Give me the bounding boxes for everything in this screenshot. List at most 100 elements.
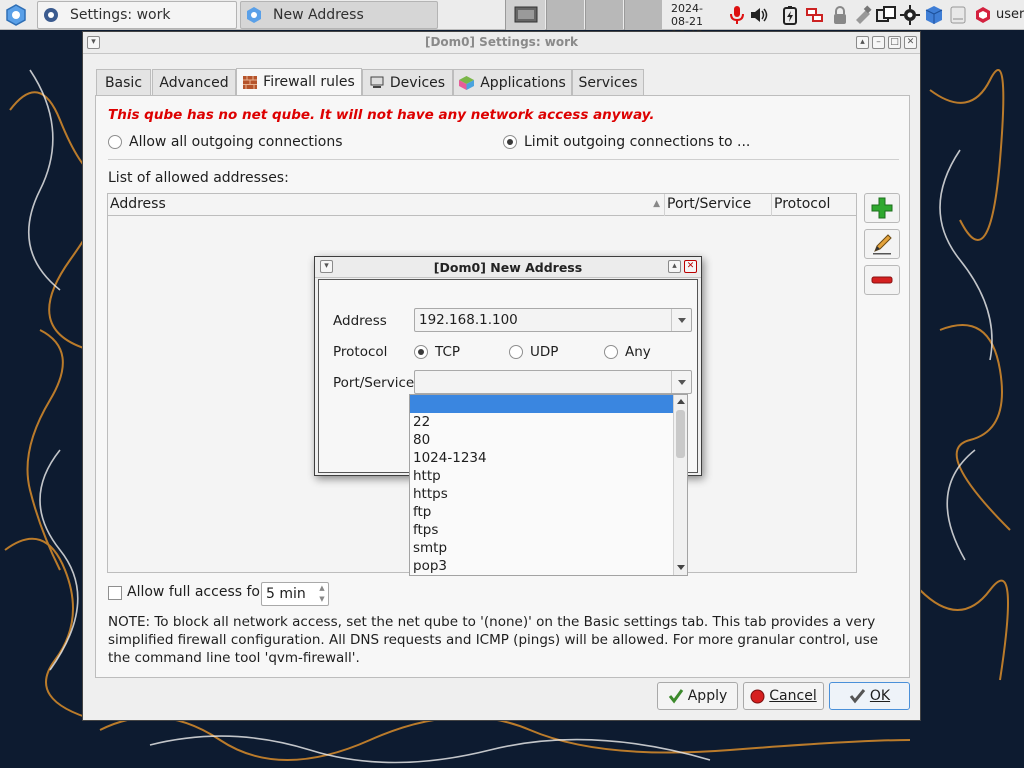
close-button[interactable]: ✕ [904, 36, 917, 49]
chevron-down-icon[interactable] [671, 371, 691, 393]
workspace-4[interactable] [624, 0, 662, 30]
settings-icon [44, 8, 58, 22]
plus-icon [871, 197, 893, 219]
protocol-tcp-radio[interactable]: TCP [414, 344, 460, 360]
radio-label: UDP [530, 344, 559, 360]
spin-up-icon[interactable]: ▲ [316, 583, 328, 594]
task-settings-work[interactable]: Settings: work [37, 1, 237, 29]
radio-label: TCP [435, 344, 461, 360]
dropdown-option[interactable]: ftps [410, 521, 673, 539]
usb-icon[interactable] [853, 5, 873, 25]
maximize-button[interactable]: □ [888, 36, 901, 49]
protocol-any-radio[interactable]: Any [604, 344, 651, 360]
tab-label: Basic [104, 74, 143, 91]
table-header: Address ▲ Port/Service Protocol [108, 194, 856, 216]
spin-down-icon[interactable]: ▼ [316, 594, 328, 605]
radio-button[interactable] [108, 135, 122, 149]
allow-all-radio[interactable]: Allow all outgoing connections [108, 134, 343, 150]
radio-label: Limit outgoing connections to ... [524, 134, 751, 150]
dropdown-option[interactable] [410, 395, 673, 413]
column-protocol[interactable]: Protocol [772, 194, 856, 216]
full-access-checkbox[interactable] [108, 586, 122, 600]
chevron-down-icon[interactable] [671, 309, 691, 331]
dialog-title-bar[interactable]: ▾ [Dom0] New Address ▴ ✕ [315, 257, 701, 278]
user-label[interactable]: user [996, 7, 1024, 22]
battery-icon[interactable] [780, 5, 800, 25]
volume-icon[interactable] [749, 5, 769, 25]
workspace-2[interactable] [546, 0, 584, 30]
tab-services[interactable]: Services [572, 69, 644, 96]
shade-button[interactable]: ▴ [856, 36, 869, 49]
dropdown-option[interactable]: 80 [410, 431, 673, 449]
duration-value: 5 min [266, 586, 306, 602]
minimize-button[interactable]: – [872, 36, 885, 49]
task-new-address[interactable]: New Address [240, 1, 438, 29]
tab-firewall-rules[interactable]: Firewall rules [236, 68, 362, 96]
dropdown-option[interactable]: smtp [410, 539, 673, 557]
workspace-3[interactable] [585, 0, 623, 30]
scroll-down-icon[interactable] [677, 565, 685, 570]
ok-check-icon [849, 689, 866, 704]
radio-button[interactable] [509, 345, 523, 359]
radio-button[interactable] [604, 345, 618, 359]
window-icon[interactable] [876, 5, 896, 25]
radio-button[interactable] [503, 135, 517, 149]
address-combo[interactable]: 192.168.1.100 [414, 308, 692, 332]
remove-rule-button[interactable] [864, 265, 900, 295]
dropdown-option[interactable]: http [410, 467, 673, 485]
sort-ascending-icon: ▲ [653, 199, 660, 209]
limit-connections-radio[interactable]: Limit outgoing connections to ... [503, 134, 750, 150]
apply-button[interactable]: Apply [657, 682, 738, 710]
column-port-service[interactable]: Port/Service [665, 194, 772, 216]
column-label: Port/Service [667, 196, 752, 212]
ok-button[interactable]: OK [829, 682, 910, 710]
microphone-icon[interactable] [727, 5, 747, 25]
checkmark-icon [668, 689, 683, 704]
add-rule-button[interactable] [864, 193, 900, 223]
dropdown-option[interactable]: ftp [410, 503, 673, 521]
tab-label: Devices [389, 74, 446, 91]
window-title: [Dom0] Settings: work [424, 35, 579, 49]
dialog-shade-button[interactable]: ▴ [668, 260, 681, 273]
tab-basic[interactable]: Basic [96, 69, 151, 96]
cube-icon[interactable] [924, 5, 944, 25]
tab-advanced[interactable]: Advanced [152, 69, 236, 96]
button-label: Apply [687, 688, 728, 704]
dropdown-option[interactable]: https [410, 485, 673, 503]
port-service-dropdown[interactable]: 22 80 1024-1234 http https ftp ftps smtp… [409, 394, 688, 576]
button-label: OK [870, 688, 890, 704]
lock-icon[interactable] [830, 5, 850, 25]
dropdown-option[interactable]: 22 [410, 413, 673, 431]
dropdown-scrollbar[interactable] [673, 395, 687, 575]
column-address[interactable]: Address ▲ [108, 194, 665, 216]
dialog-close-button[interactable]: ✕ [684, 260, 697, 273]
workspace-1[interactable] [505, 0, 545, 30]
edit-rule-button[interactable] [864, 229, 900, 259]
drive-icon[interactable] [948, 5, 968, 25]
qubes-icon [247, 7, 261, 23]
allowed-list-label: List of allowed addresses: [108, 170, 289, 186]
mnemonic: OK [869, 688, 891, 704]
gear-icon[interactable] [900, 5, 920, 25]
protocol-label: Protocol [333, 344, 388, 360]
firewall-icon [243, 75, 258, 89]
port-service-combo[interactable] [414, 370, 692, 394]
tab-devices[interactable]: Devices [362, 69, 453, 96]
title-bar[interactable]: ▾ [Dom0] Settings: work ▴ – □ ✕ [83, 32, 920, 54]
network-icon[interactable] [805, 5, 825, 25]
button-label: Cancel [769, 688, 816, 704]
devices-icon [370, 76, 384, 88]
cancel-button[interactable]: Cancel [743, 682, 824, 710]
full-access-duration[interactable]: 5 min ▲ ▼ [261, 582, 329, 606]
scroll-thumb[interactable] [676, 410, 685, 458]
protocol-udp-radio[interactable]: UDP [509, 344, 558, 360]
radio-button[interactable] [414, 345, 428, 359]
dropdown-option[interactable]: pop3 [410, 557, 673, 575]
dropdown-option[interactable]: 1024-1234 [410, 449, 673, 467]
address-label: Address [333, 313, 387, 329]
qube-icon[interactable] [973, 5, 993, 25]
tab-label: Advanced [159, 74, 229, 91]
scroll-up-icon[interactable] [677, 399, 685, 404]
tab-applications[interactable]: Applications [453, 69, 572, 96]
qubes-menu-icon[interactable] [3, 3, 29, 27]
